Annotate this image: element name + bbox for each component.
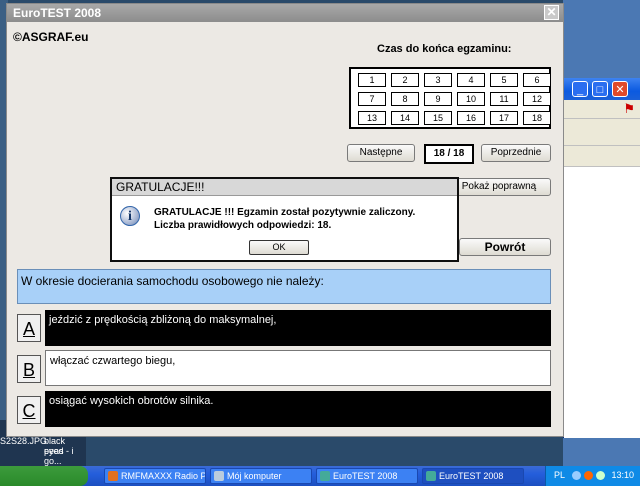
start-button[interactable] <box>0 466 88 486</box>
question-text: W okresie docierania samochodu osobowego… <box>17 269 551 304</box>
info-icon: i <box>120 206 140 226</box>
radio-icon <box>108 471 118 481</box>
desktop-file-label-3: peas - i go... <box>44 446 74 466</box>
answer-b-text[interactable]: włączać czwartego biegu, <box>45 350 551 386</box>
toolbar <box>564 119 640 146</box>
tray-app-icon[interactable] <box>584 471 593 480</box>
question-grid: 1 2 3 4 5 6 7 8 9 10 11 12 13 14 15 16 17 18 <box>349 67 551 129</box>
taskbar-item[interactable]: RMFMAXXX Radio Pl... <box>104 468 206 484</box>
system-tray: PL 13:10 <box>545 466 640 486</box>
question-number-13[interactable]: 13 <box>358 111 386 125</box>
dialog-message-line2: Liczba prawidłowych odpowiedzi: 18. <box>154 220 332 231</box>
next-button[interactable]: Następne <box>347 144 415 162</box>
taskbar-item[interactable]: Mój komputer <box>210 468 312 484</box>
copyright-label: ©ASGRAF.eu <box>13 30 89 44</box>
question-number-1[interactable]: 1 <box>358 73 386 87</box>
answer-b-button[interactable]: B <box>17 355 41 383</box>
question-counter: 18 / 18 <box>424 144 474 164</box>
question-number-16[interactable]: 16 <box>457 111 485 125</box>
computer-icon <box>214 471 224 481</box>
taskbar-item-label: EuroTEST 2008 <box>333 471 398 481</box>
menu-bar: ⚑ <box>564 100 640 119</box>
clock: 13:10 <box>611 470 634 480</box>
taskbar-item-active[interactable]: EuroTEST 2008 <box>422 468 524 484</box>
ok-button[interactable]: OK <box>249 240 309 255</box>
minimize-button[interactable]: _ <box>572 81 588 97</box>
question-number-14[interactable]: 14 <box>391 111 419 125</box>
question-number-9[interactable]: 9 <box>424 92 452 106</box>
window-title: EuroTEST 2008 <box>13 6 102 20</box>
background-window[interactable]: _ □ ✕ ⚑ <box>563 78 640 438</box>
question-number-15[interactable]: 15 <box>424 111 452 125</box>
desktop-thumbnails[interactable]: S2S28.JPG black eyed peas - i go... <box>0 436 86 466</box>
question-number-10[interactable]: 10 <box>457 92 485 106</box>
show-correct-button[interactable]: Pokaż poprawną <box>447 178 551 196</box>
previous-button[interactable]: Poprzednie <box>481 144 551 162</box>
tray-volume-icon[interactable] <box>596 471 605 480</box>
taskbar-item[interactable]: EuroTEST 2008 <box>316 468 418 484</box>
close-button[interactable]: ✕ <box>612 81 628 97</box>
question-number-2[interactable]: 2 <box>391 73 419 87</box>
tray-network-icon[interactable] <box>572 471 581 480</box>
return-button[interactable]: Powrót <box>459 238 551 256</box>
language-indicator[interactable]: PL <box>554 470 565 480</box>
dialog-title[interactable]: GRATULACJE!!! <box>112 179 457 196</box>
taskbar: RMFMAXXX Radio Pl... Mój komputer EuroTE… <box>0 466 640 486</box>
eurotest-icon <box>320 471 330 481</box>
taskbar-item-label: EuroTEST 2008 <box>439 471 504 481</box>
question-number-17[interactable]: 17 <box>490 111 518 125</box>
close-button[interactable]: ✕ <box>544 5 559 20</box>
answer-a-button[interactable]: A <box>17 314 41 342</box>
background-window-titlebar[interactable]: _ □ ✕ <box>564 78 640 100</box>
window-titlebar[interactable]: EuroTEST 2008 ✕ <box>7 4 563 22</box>
taskbar-item-label: RMFMAXXX Radio Pl... <box>121 471 206 481</box>
eurotest-icon <box>426 471 436 481</box>
answer-a-text[interactable]: jeździć z prędkością zbliżoną do maksyma… <box>45 310 551 346</box>
timer-label: Czas do końca egzaminu: <box>377 43 512 55</box>
question-number-4[interactable]: 4 <box>457 73 485 87</box>
taskbar-item-label: Mój komputer <box>227 471 282 481</box>
windows-logo-icon: ⚑ <box>623 101 635 116</box>
question-number-11[interactable]: 11 <box>490 92 518 106</box>
question-number-7[interactable]: 7 <box>358 92 386 106</box>
maximize-button[interactable]: □ <box>592 81 608 97</box>
question-number-5[interactable]: 5 <box>490 73 518 87</box>
question-number-6[interactable]: 6 <box>523 73 551 87</box>
question-number-12[interactable]: 12 <box>523 92 551 106</box>
answer-c-button[interactable]: C <box>17 396 41 424</box>
dialog-message-line1: GRATULACJE !!! Egzamin został pozytywnie… <box>154 207 416 218</box>
congratulations-dialog: GRATULACJE!!! i GRATULACJE !!! Egzamin z… <box>110 177 459 262</box>
address-bar <box>564 146 640 167</box>
question-number-18[interactable]: 18 <box>523 111 551 125</box>
question-number-8[interactable]: 8 <box>391 92 419 106</box>
question-number-3[interactable]: 3 <box>424 73 452 87</box>
dialog-message: GRATULACJE !!! Egzamin został pozytywnie… <box>154 206 415 232</box>
desktop-file-label: S2S28.JPG <box>0 436 48 446</box>
answer-c-text[interactable]: osiągać wysokich obrotów silnika. <box>45 391 551 427</box>
